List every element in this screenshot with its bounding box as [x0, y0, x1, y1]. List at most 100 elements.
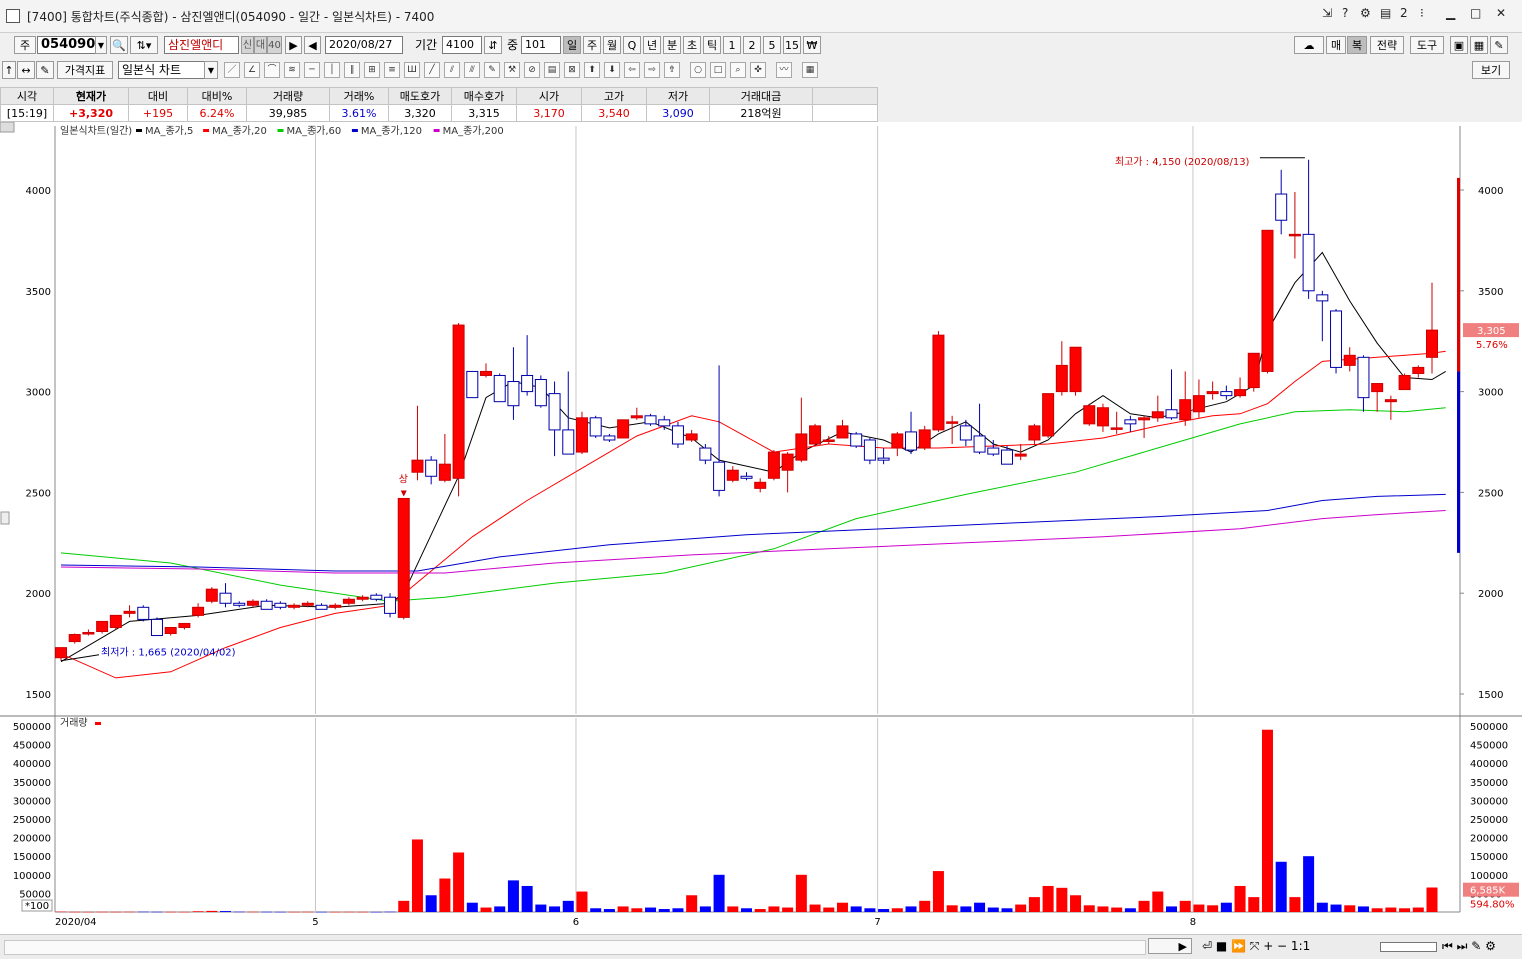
candle-body: [1096, 407, 1109, 427]
interval-button[interactable]: 분: [663, 36, 681, 54]
next-icon[interactable]: ▶: [285, 36, 302, 54]
tools-button[interactable]: 도구: [1410, 36, 1444, 54]
interval-button[interactable]: 년: [643, 36, 661, 54]
cloud-icon[interactable]: ☁: [1294, 36, 1324, 54]
volume-tick-label-right: 300000: [1470, 796, 1508, 807]
price-volume-chart[interactable]: 2020/04 5 6 7 8 1500 1500 2000 2000 2500 2500 3000 3…: [0, 122, 1522, 934]
drawing-tool-icon[interactable]: ≋: [284, 62, 300, 78]
prev-icon[interactable]: ◀: [304, 36, 321, 54]
drawing-tool-icon[interactable]: ⊞: [364, 62, 380, 78]
chart-type-dropdown-icon[interactable]: ▼: [204, 61, 218, 79]
drawing-tool-icon[interactable]: ▦: [802, 62, 818, 78]
drawing-tool-icon[interactable]: ／: [224, 62, 240, 78]
close-icon[interactable]: ✕: [1496, 6, 1506, 20]
scroll-right-icon[interactable]: ▶: [1148, 938, 1192, 954]
drawing-tool-icon[interactable]: ⇦: [624, 62, 640, 78]
quote-value-row: [15:19] +3,320 +195 6.24% 39,985 3.61% 3…: [0, 104, 878, 122]
indicator-button[interactable]: 가격지표: [57, 61, 113, 79]
settings-icon[interactable]: ⚙: [1360, 6, 1371, 20]
date-input[interactable]: 2020/08/27: [325, 36, 403, 54]
drawing-tool-icon[interactable]: ⌕: [730, 62, 746, 78]
volume-tick-label-right: 250000: [1470, 815, 1508, 826]
stock-name-field[interactable]: 삼진엘앤디: [164, 36, 239, 54]
drawing-tool-icon[interactable]: │: [324, 62, 340, 78]
maximize-icon[interactable]: □: [1470, 6, 1481, 20]
sort-icon[interactable]: ⇅▾: [130, 36, 158, 54]
volume-bar: [754, 909, 766, 912]
candle-body: [713, 461, 726, 491]
minimize-icon[interactable]: ▁: [1446, 6, 1455, 20]
search-icon[interactable]: 🔍: [110, 36, 128, 54]
expand-icon[interactable]: ↔: [17, 61, 35, 79]
drawing-tool-icon[interactable]: ∥: [344, 62, 360, 78]
volume-bar: [795, 874, 807, 912]
drawing-tool-icon[interactable]: ⚒: [504, 62, 520, 78]
edit-icon[interactable]: ✎: [36, 61, 54, 79]
view-button[interactable]: 보기: [1472, 61, 1510, 79]
candle-body: [192, 606, 205, 616]
drawing-tool-icon[interactable]: ∠: [244, 62, 260, 78]
volume-bar: [1261, 729, 1273, 912]
interval-button[interactable]: 15: [783, 36, 801, 54]
order-button[interactable]: 매: [1326, 36, 1346, 54]
volume-tick-label: 150000: [13, 852, 51, 863]
restore-icon[interactable]: ⇲: [1322, 6, 1332, 20]
interval-button[interactable]: 월: [603, 36, 621, 54]
drawing-tool-icon[interactable]: □: [710, 62, 726, 78]
price-tick-label-right: 3000: [1478, 388, 1503, 399]
interval-button[interactable]: ₩: [803, 36, 821, 54]
pin-icon[interactable]: ▤: [1380, 6, 1391, 20]
interval-button[interactable]: 초: [683, 36, 701, 54]
nav-end-icons[interactable]: ⏮ ⏭ ✎ ⚙: [1442, 937, 1496, 955]
candle-body: [1192, 395, 1205, 413]
list-icon[interactable]: ⁝: [1420, 6, 1424, 20]
horizontal-scrollbar[interactable]: [4, 940, 1146, 955]
period-input[interactable]: 4100: [442, 36, 482, 54]
wrench-icon[interactable]: ✎: [1490, 36, 1508, 54]
drawing-tool-icon[interactable]: ⬆: [584, 62, 600, 78]
compound-button[interactable]: 복: [1347, 36, 1367, 54]
volume-bar: [261, 911, 273, 913]
link-count[interactable]: 2: [1400, 6, 1408, 20]
drawing-tool-icon[interactable]: ╱: [424, 62, 440, 78]
code-dropdown-icon[interactable]: ▼: [95, 36, 107, 54]
interval-button[interactable]: 1: [723, 36, 741, 54]
drawing-tool-icon[interactable]: 〰: [776, 62, 792, 78]
zoom-slider[interactable]: [1380, 942, 1437, 952]
drawing-tool-icon[interactable]: ⌒: [264, 62, 280, 78]
drawing-tool-icon[interactable]: Ш: [404, 62, 420, 78]
mid-input[interactable]: 101: [521, 36, 561, 54]
drawing-tool-icon[interactable]: ⬇: [604, 62, 620, 78]
drawing-tool-icon[interactable]: ○: [690, 62, 706, 78]
drawing-tool-icon[interactable]: ⫽: [444, 62, 460, 78]
nav-tools-icon[interactable]: ⏎ ■ ⏩ ⤧ + − 1:1: [1202, 937, 1310, 955]
drawing-tool-icon[interactable]: ⊠: [564, 62, 580, 78]
help-icon[interactable]: ?: [1342, 6, 1348, 20]
market-select[interactable]: 주: [14, 36, 36, 54]
interval-button[interactable]: 2: [743, 36, 761, 54]
candle-body: [863, 439, 876, 461]
strategy-button[interactable]: 전략: [1370, 36, 1404, 54]
interval-button[interactable]: 틱: [703, 36, 721, 54]
candle-body: [260, 600, 273, 610]
quote-bid: 3,315: [451, 104, 517, 122]
save-icon[interactable]: ▦: [1470, 36, 1488, 54]
chart-type-select[interactable]: 일본식 차트: [118, 61, 218, 79]
drawing-tool-icon[interactable]: ⊘: [524, 62, 540, 78]
interval-button[interactable]: 주: [583, 36, 601, 54]
up-icon[interactable]: ↑: [2, 61, 16, 79]
interval-button[interactable]: 일: [563, 36, 581, 54]
drawing-tool-icon[interactable]: ≡: [384, 62, 400, 78]
interval-button[interactable]: 5: [763, 36, 781, 54]
drawing-tool-icon[interactable]: ▤: [544, 62, 560, 78]
price-range-bar-up: [1457, 177, 1460, 372]
drawing-tool-icon[interactable]: ⫻: [464, 62, 480, 78]
drawing-tool-icon[interactable]: ✜: [750, 62, 766, 78]
drawing-tool-icon[interactable]: ⇨: [644, 62, 660, 78]
open-icon[interactable]: ▣: [1450, 36, 1468, 54]
period-settings-icon[interactable]: ⇵: [484, 36, 502, 54]
drawing-tool-icon[interactable]: ✎: [484, 62, 500, 78]
drawing-tool-icon[interactable]: ⇮: [664, 62, 680, 78]
interval-button[interactable]: Q: [623, 36, 641, 54]
drawing-tool-icon[interactable]: ─: [304, 62, 320, 78]
